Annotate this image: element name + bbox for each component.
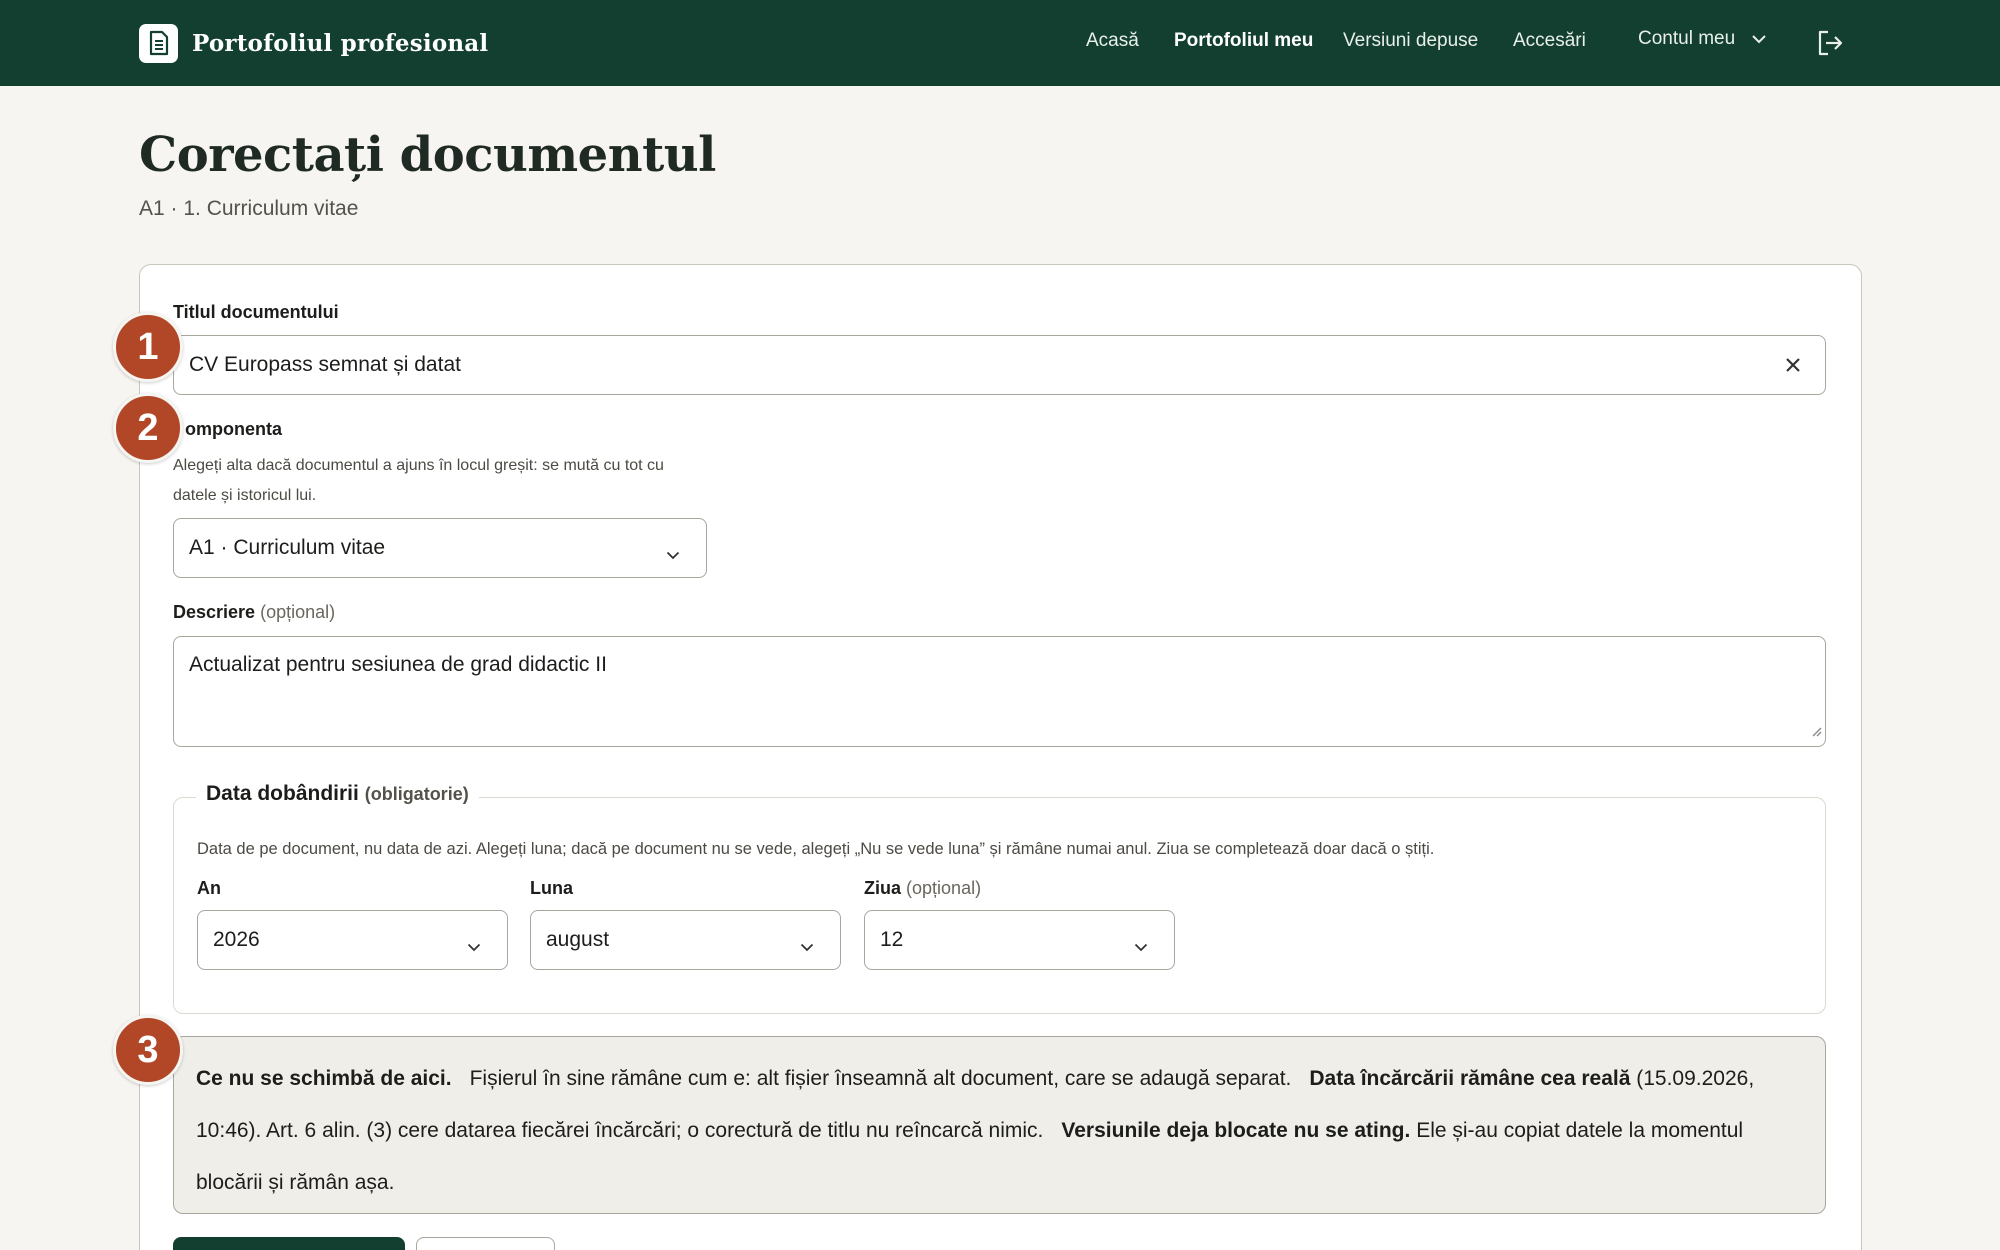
brand-name: Portofoliul profesional <box>192 29 489 57</box>
chevron-down-icon <box>800 934 814 958</box>
description-textarea[interactable]: Actualizat pentru sesiunea de grad didac… <box>173 636 1826 747</box>
brand[interactable]: Portofoliul profesional <box>139 22 488 64</box>
month-value: august <box>546 928 610 951</box>
annotation-badge-3: 3 <box>113 1015 183 1085</box>
year-value: 2026 <box>213 928 260 951</box>
note-bold-1: Ce nu se schimbă de aici. <box>196 1067 452 1090</box>
annotation-badge-2: 2 <box>113 393 183 463</box>
year-label: An <box>197 878 221 898</box>
nav-accesari[interactable]: Accesări <box>1513 30 1586 52</box>
month-label: Luna <box>530 878 573 898</box>
day-value: 12 <box>880 928 904 951</box>
page-title: Corectați documentul <box>139 127 716 183</box>
annotation-badge-1: 1 <box>113 312 183 382</box>
chevron-down-icon <box>666 542 680 566</box>
acquisition-date-legend-text: Data dobândirii <box>206 782 359 805</box>
day-label-text: Ziua <box>864 878 902 898</box>
acquisition-date-required: (obligatorie) <box>364 784 469 804</box>
title-label: Titlul documentului <box>173 302 339 322</box>
month-select[interactable]: august <box>530 910 841 970</box>
note-text-1: Fișierul în sine rămâne cum e: alt fișie… <box>469 1067 1292 1090</box>
chevron-down-icon <box>1134 934 1148 958</box>
unchanged-info-note: Ce nu se schimbă de aici. Fișierul în sin… <box>173 1036 1826 1214</box>
account-menu[interactable]: Contul meu <box>1638 28 1767 50</box>
note-bold-3: Versiunile deja blocate nu se ating. <box>1061 1119 1411 1142</box>
chevron-down-icon <box>1751 28 1767 50</box>
document-logo-icon <box>139 23 178 63</box>
acquisition-date-fieldset <box>173 797 1826 1014</box>
component-label: omponenta <box>185 419 282 439</box>
resize-handle-icon[interactable] <box>1810 719 1822 743</box>
chevron-down-icon <box>467 934 481 958</box>
top-navigation-bar: Portofoliul profesional Acasă Portofoliu… <box>0 0 2000 86</box>
nav-versiuni-depuse[interactable]: Versiuni depuse <box>1343 30 1478 52</box>
year-select[interactable]: 2026 <box>197 910 508 970</box>
day-optional: (opțional) <box>906 878 982 898</box>
component-select[interactable]: A1 · Curriculum vitae <box>173 518 707 578</box>
title-input[interactable]: CV Europass semnat și datat <box>173 335 1826 395</box>
component-hint-line-2: datele și istoricul lui. <box>173 487 317 504</box>
close-icon[interactable] <box>1783 355 1803 375</box>
nav-acasa[interactable]: Acasă <box>1086 30 1139 52</box>
description-label: Descriere (opțional) <box>173 602 335 623</box>
note-bold-2: Data încărcării rămâne cea reală <box>1309 1067 1631 1090</box>
component-value: A1 · Curriculum vitae <box>189 536 386 559</box>
description-value: Actualizat pentru sesiunea de grad didac… <box>189 653 607 676</box>
description-label-text: Descriere <box>173 602 256 622</box>
page-subtitle: A1 · 1. Curriculum vitae <box>139 197 359 220</box>
date-hint: Data de pe document, nu data de azi. Ale… <box>197 840 1435 858</box>
title-value: CV Europass semnat și datat <box>189 353 461 376</box>
cancel-button[interactable] <box>416 1237 555 1250</box>
day-select[interactable]: 12 <box>864 910 1175 970</box>
description-optional: (opțional) <box>260 602 336 622</box>
nav-portofoliul-meu[interactable]: Portofoliul meu <box>1174 30 1313 52</box>
account-label: Contul meu <box>1638 28 1736 49</box>
acquisition-date-legend: Data dobândirii (obligatorie) <box>196 782 479 806</box>
save-button[interactable] <box>173 1237 405 1250</box>
logout-icon[interactable] <box>1815 28 1845 63</box>
day-label: Ziua (opțional) <box>864 878 981 899</box>
component-hint-line-1: Alegeți alta dacă documentul a ajuns în … <box>173 457 664 474</box>
